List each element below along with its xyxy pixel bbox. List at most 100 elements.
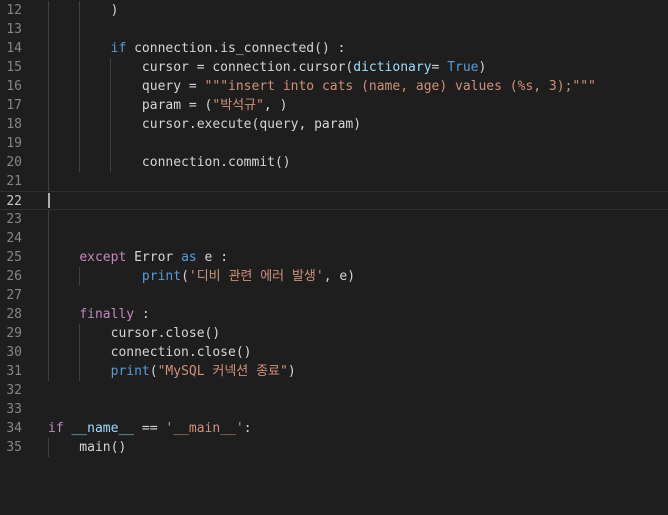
- code-line[interactable]: 32: [0, 381, 668, 400]
- line-number: 30: [6, 345, 22, 360]
- code-token: :: [243, 421, 252, 436]
- line-code: if connection.is_connected() :: [48, 39, 668, 58]
- line-number: 17: [6, 98, 22, 113]
- code-token: (: [149, 364, 158, 379]
- line-number: 20: [6, 155, 22, 170]
- code-token: , ): [263, 98, 288, 113]
- line-number: 15: [6, 60, 22, 75]
- code-line[interactable]: 28 finally :: [0, 305, 668, 324]
- code-line[interactable]: 34 if __name__ == '__main__':: [0, 419, 668, 438]
- code-line[interactable]: 26 print('디비 관련 에러 발생', e): [0, 267, 668, 286]
- code-token: connection.commit(): [48, 155, 291, 170]
- code-line[interactable]: 24: [0, 229, 668, 248]
- code-token: as: [181, 250, 197, 265]
- code-token: """insert into cats (name, age) values (…: [204, 79, 596, 94]
- line-number: 12: [6, 3, 22, 18]
- line-number: 29: [6, 326, 22, 341]
- code-lines: 12 ) 13 14 if connection.is_connected() :1…: [0, 1, 668, 457]
- code-token: :: [134, 307, 150, 322]
- code-line[interactable]: 29 cursor.close(): [0, 324, 668, 343]
- code-token: ==: [134, 421, 166, 436]
- line-code: print('디비 관련 에러 발생', e): [48, 267, 668, 286]
- line-number: 24: [6, 231, 22, 246]
- code-line[interactable]: 23: [0, 210, 668, 229]
- line-code: cursor = connection.cursor(dictionary= T…: [48, 58, 668, 77]
- code-line[interactable]: 17 param = ("박석규", ): [0, 96, 668, 115]
- code-token: , e): [323, 269, 356, 284]
- code-line[interactable]: 12 ): [0, 1, 668, 20]
- code-line[interactable]: 16 query = """insert into cats (name, ag…: [0, 77, 668, 96]
- indent-guide: [48, 172, 49, 191]
- code-line[interactable]: 30 connection.close(): [0, 343, 668, 362]
- indent-guide: [48, 229, 49, 248]
- code-token: __name__: [71, 421, 135, 436]
- indent-guide: [110, 134, 111, 153]
- code-token: query =: [48, 79, 205, 94]
- code-line[interactable]: 13: [0, 20, 668, 39]
- code-token: cursor.execute(query, param): [48, 117, 362, 132]
- indent-guide: [79, 134, 80, 153]
- line-code: except Error as e :: [48, 248, 668, 267]
- line-number: 27: [6, 288, 22, 303]
- line-code: main(): [48, 438, 668, 457]
- code-line[interactable]: 19: [0, 134, 668, 153]
- code-token: cursor = connection.cursor(: [48, 60, 354, 75]
- line-number: 25: [6, 250, 22, 265]
- code-token: "박석규": [212, 98, 264, 113]
- line-number: 16: [6, 79, 22, 94]
- line-number: 26: [6, 269, 22, 284]
- code-line[interactable]: 21: [0, 172, 668, 191]
- line-code: cursor.close(): [48, 324, 668, 343]
- line-number: 22: [6, 194, 22, 209]
- code-token: except: [79, 250, 127, 265]
- line-code: connection.commit(): [48, 153, 668, 172]
- line-code: finally :: [48, 305, 668, 324]
- line-code: cursor.execute(query, param): [48, 115, 668, 134]
- line-number: 13: [6, 22, 22, 37]
- text-cursor: [48, 193, 50, 208]
- code-token: cursor.close(): [48, 326, 221, 341]
- current-code-line[interactable]: 22: [0, 191, 668, 210]
- code-token: ): [478, 60, 487, 75]
- line-number: 19: [6, 136, 22, 151]
- line-number: 35: [6, 440, 22, 455]
- code-token: (: [181, 269, 189, 284]
- line-number: 32: [6, 383, 22, 398]
- indent-guide: [48, 210, 49, 229]
- code-line[interactable]: 18 cursor.execute(query, param): [0, 115, 668, 134]
- code-token: finally: [79, 307, 135, 322]
- code-token: main(): [48, 440, 127, 455]
- code-token: Error: [126, 250, 182, 265]
- code-token: "MySQL 커넥션 종료": [157, 364, 288, 379]
- line-code: print("MySQL 커넥션 종료"): [48, 362, 668, 381]
- code-editor[interactable]: 12 ) 13 14 if connection.is_connected() :1…: [0, 0, 668, 515]
- code-line[interactable]: 14 if connection.is_connected() :: [0, 39, 668, 58]
- line-code: connection.close(): [48, 343, 668, 362]
- code-token: =: [431, 60, 448, 75]
- code-token: dictionary: [353, 60, 432, 75]
- code-line[interactable]: 35 main(): [0, 438, 668, 457]
- line-code: ): [48, 1, 668, 20]
- code-token: True: [447, 60, 479, 75]
- code-line[interactable]: 20 connection.commit(): [0, 153, 668, 172]
- code-token: if: [110, 41, 127, 56]
- line-number: 34: [6, 421, 22, 436]
- code-line[interactable]: 31 print("MySQL 커넥션 종료"): [0, 362, 668, 381]
- line-number: 18: [6, 117, 22, 132]
- line-number: 31: [6, 364, 22, 379]
- code-token: ): [48, 3, 119, 18]
- code-line[interactable]: 25 except Error as e :: [0, 248, 668, 267]
- line-code: param = ("박석규", ): [48, 96, 668, 115]
- line-number: 28: [6, 307, 22, 322]
- code-token: connection.close(): [48, 345, 252, 360]
- line-number: 23: [6, 212, 22, 227]
- code-line[interactable]: 15 cursor = connection.cursor(dictionary…: [0, 58, 668, 77]
- code-token: param = (: [48, 98, 213, 113]
- code-token: if: [48, 421, 64, 436]
- code-line[interactable]: 27: [0, 286, 668, 305]
- code-line[interactable]: 33: [0, 400, 668, 419]
- line-code: if __name__ == '__main__':: [48, 419, 668, 438]
